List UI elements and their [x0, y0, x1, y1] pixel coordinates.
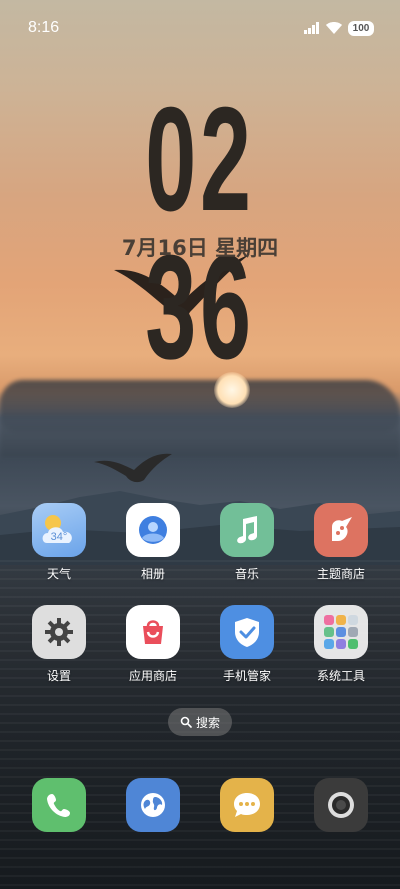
status-bar: 8:16 100: [0, 0, 400, 56]
browser-globe-icon: [141, 793, 165, 817]
dock-messages[interactable]: [220, 778, 274, 832]
search-button[interactable]: 搜索: [168, 708, 232, 736]
weather-icon: 34°: [32, 503, 86, 557]
app-weather[interactable]: 34° 天气: [12, 503, 106, 582]
app-label: 相册: [140, 567, 165, 581]
clock-widget-date: 7月16日 星期四: [121, 236, 279, 260]
app-label: 手机管家: [222, 669, 271, 683]
status-time: 8:16: [28, 19, 60, 36]
svg-text:34°: 34°: [51, 531, 68, 543]
system-tools-folder-icon: [314, 605, 368, 659]
seagull-small: [94, 453, 172, 483]
settings-gear-icon: [32, 605, 86, 659]
status-icons: 100: [304, 20, 374, 36]
app-music[interactable]: 音乐: [200, 503, 294, 582]
search-icon: [180, 716, 192, 728]
messages-icon: [234, 793, 260, 817]
dock-camera[interactable]: [314, 778, 368, 832]
phone-icon: [47, 794, 70, 817]
app-label: 天气: [46, 567, 71, 581]
wifi-icon: [326, 22, 342, 34]
app-theme-store[interactable]: 主题商店: [294, 503, 388, 582]
app-folder-system-tools[interactable]: 系统工具: [294, 605, 388, 684]
app-phone-manager[interactable]: 手机管家: [200, 605, 294, 684]
app-label: 系统工具: [316, 669, 365, 683]
security-shield-icon: [220, 605, 274, 659]
app-app-store[interactable]: 应用商店: [106, 605, 200, 684]
app-label: 音乐: [234, 567, 259, 581]
app-gallery[interactable]: 相册: [106, 503, 200, 582]
signal-icon: [304, 22, 319, 34]
music-icon: [220, 503, 274, 557]
app-label: 设置: [46, 669, 71, 683]
dock-browser[interactable]: [126, 778, 180, 832]
app-store-bag-icon: [126, 605, 180, 659]
theme-store-icon: [314, 503, 368, 557]
app-settings[interactable]: 设置: [12, 605, 106, 684]
app-label: 主题商店: [316, 567, 365, 581]
camera-icon: [328, 792, 354, 818]
dock-phone[interactable]: [32, 778, 86, 832]
battery-icon: 100: [348, 20, 374, 36]
app-label: 应用商店: [128, 669, 177, 683]
gallery-icon: [126, 503, 180, 557]
search-label: 搜索: [195, 715, 220, 730]
